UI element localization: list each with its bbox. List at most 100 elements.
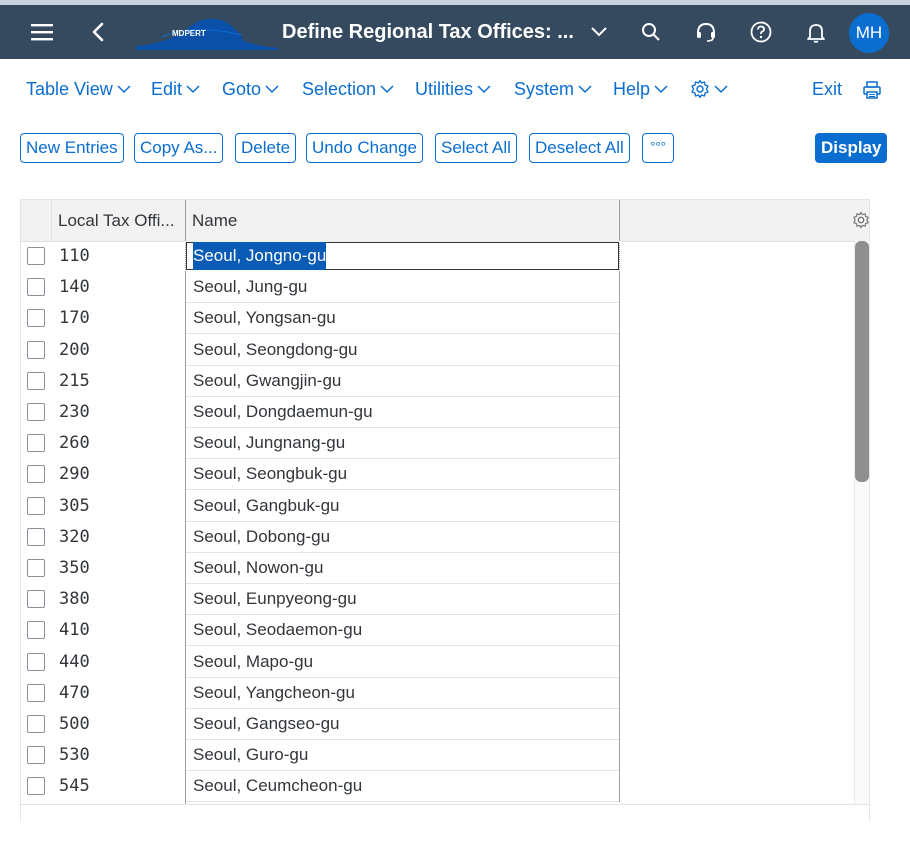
local-tax-office-code: 215	[59, 370, 90, 391]
vertical-scrollbar-thumb[interactable]	[855, 241, 869, 482]
table-row[interactable]: 260 Seoul, Jungnang-gu	[21, 428, 854, 460]
name-input-cell[interactable]: Seoul, Dobong-gu	[186, 522, 619, 553]
table-row[interactable]: 230 Seoul, Dongdaemun-gu	[21, 397, 854, 428]
name-input-cell[interactable]: Seoul, Mapo-gu	[186, 647, 619, 678]
menu-utilities[interactable]: Utilities	[415, 79, 491, 100]
menu-settings[interactable]	[690, 79, 728, 99]
name-input-cell[interactable]: Seoul, Gangbuk-gu	[186, 491, 619, 522]
menu-selection[interactable]: Selection	[302, 79, 394, 100]
back-icon[interactable]	[86, 5, 110, 59]
name-input-cell[interactable]: Seoul, Jungnang-gu	[186, 428, 619, 460]
menu-goto[interactable]: Goto	[222, 79, 279, 100]
row-select-checkbox[interactable]	[27, 434, 45, 453]
undo-change-button[interactable]: Undo Change	[306, 133, 423, 163]
headset-icon[interactable]	[693, 5, 719, 59]
help-icon[interactable]	[749, 5, 773, 59]
table-row[interactable]: 320 Seoul, Dobong-gu	[21, 522, 854, 553]
menu-system[interactable]: System	[514, 79, 592, 100]
table-row[interactable]: 140 Seoul, Jung-gu	[21, 272, 854, 304]
more-overflow-button[interactable]: °°°	[642, 133, 674, 163]
row-select-checkbox[interactable]	[27, 496, 45, 515]
select-all-button[interactable]: Select All	[435, 133, 517, 163]
name-input-cell[interactable]: Seoul, Dongdaemun-gu	[186, 397, 619, 428]
name-input-cell[interactable]: Seoul, Jongno-gu	[185, 241, 620, 271]
row-select-checkbox[interactable]	[27, 403, 45, 421]
local-tax-office-code: 410	[59, 620, 90, 641]
table-row[interactable]: 530 Seoul, Guro-gu	[21, 740, 854, 772]
printer-icon[interactable]	[862, 80, 882, 100]
row-select-checkbox[interactable]	[27, 309, 45, 328]
horizontal-scrollbar[interactable]	[21, 804, 869, 821]
column-header-local-tax-office[interactable]: Local Tax Offi...	[58, 200, 184, 241]
row-select-checkbox[interactable]	[27, 278, 45, 297]
name-value: Seoul, Nowon-gu	[193, 558, 324, 577]
table-row[interactable]: 290 Seoul, Seongbuk-gu	[21, 459, 854, 491]
copy-as-button[interactable]: Copy As...	[134, 133, 224, 163]
row-select-checkbox[interactable]	[27, 621, 45, 640]
name-input-cell[interactable]: Seoul, Eunpyeong-gu	[186, 584, 619, 616]
row-select-checkbox[interactable]	[27, 340, 45, 359]
delete-button[interactable]: Delete	[235, 133, 297, 163]
chevron-down-icon	[380, 85, 394, 94]
row-select-checkbox[interactable]	[27, 371, 45, 390]
name-input-cell[interactable]: Seoul, Yongsan-gu	[186, 303, 619, 335]
local-tax-office-code: 290	[59, 464, 90, 485]
name-value: Seoul, Seongbuk-gu	[193, 464, 348, 484]
menu-table-view[interactable]: Table View	[26, 79, 131, 100]
name-input-cell[interactable]: Seoul, Seodaemon-gu	[186, 615, 619, 647]
local-tax-office-code: 530	[59, 745, 90, 766]
name-input-cell[interactable]: Seoul, Jung-gu	[186, 272, 619, 304]
user-avatar[interactable]: MH	[849, 13, 889, 53]
column-header-name[interactable]: Name	[192, 200, 592, 241]
name-input-cell[interactable]: Seoul, Gangseo-gu	[186, 709, 619, 740]
name-input-cell[interactable]: Seoul, Guro-gu	[186, 740, 619, 772]
row-select-checkbox[interactable]	[27, 559, 45, 577]
name-input-cell[interactable]: Seoul, Seongbuk-gu	[186, 459, 619, 491]
table-row[interactable]: 545 Seoul, Ceumcheon-gu	[21, 771, 854, 803]
exit-button[interactable]: Exit	[812, 79, 842, 100]
row-select-checkbox[interactable]	[27, 590, 45, 609]
name-input-cell[interactable]: Seoul, Ceumcheon-gu	[186, 771, 619, 803]
menu-help[interactable]: Help	[613, 79, 668, 100]
row-select-checkbox[interactable]	[27, 465, 45, 484]
company-logo[interactable]: MDPERT	[132, 13, 280, 53]
name-input-cell[interactable]: Seoul, Seongdong-gu	[186, 335, 619, 366]
table-row[interactable]: 215 Seoul, Gwangjin-gu	[21, 366, 854, 397]
table-row[interactable]: 500 Seoul, Gangseo-gu	[21, 709, 854, 740]
table-row[interactable]: 305 Seoul, Gangbuk-gu	[21, 491, 854, 522]
table-row[interactable]: 170 Seoul, Yongsan-gu	[21, 303, 854, 335]
row-select-checkbox[interactable]	[27, 683, 45, 702]
table-row[interactable]: 200 Seoul, Seongdong-gu	[21, 335, 854, 366]
table-settings-gear-icon[interactable]	[852, 211, 870, 234]
table-header: Local Tax Offi... Name	[21, 200, 869, 242]
name-input-cell[interactable]: Seoul, Nowon-gu	[186, 553, 619, 584]
title-chevron-down-icon[interactable]	[588, 5, 610, 59]
deselect-all-button[interactable]: Deselect All	[529, 133, 630, 163]
search-icon[interactable]	[639, 5, 663, 59]
local-tax-office-code: 350	[59, 558, 90, 578]
row-select-checkbox[interactable]	[27, 715, 45, 733]
row-select-checkbox[interactable]	[27, 777, 45, 796]
table-row[interactable]: 110 Seoul, Jongno-gu	[21, 241, 854, 272]
tax-office-table: Local Tax Offi... Name 110 Seoul, Jongno-…	[20, 199, 870, 821]
table-row[interactable]: 350 Seoul, Nowon-gu	[21, 553, 854, 584]
display-button[interactable]: Display	[815, 133, 888, 163]
name-value: Seoul, Yangcheon-gu	[193, 682, 355, 702]
table-row[interactable]: 470 Seoul, Yangcheon-gu	[21, 678, 854, 709]
new-entries-button[interactable]: New Entries	[20, 133, 124, 163]
row-select-checkbox[interactable]	[27, 746, 45, 765]
hamburger-icon[interactable]	[28, 5, 56, 59]
toolbar: New Entries Copy As... Delete Undo Chang…	[0, 130, 910, 170]
table-row[interactable]: 410 Seoul, Seodaemon-gu	[21, 615, 854, 647]
bell-icon[interactable]	[805, 5, 827, 59]
row-select-checkbox[interactable]	[27, 527, 45, 546]
row-select-checkbox[interactable]	[27, 247, 45, 265]
table-row[interactable]: 440 Seoul, Mapo-gu	[21, 647, 854, 678]
name-input-cell[interactable]: Seoul, Yangcheon-gu	[186, 678, 619, 709]
menu-edit[interactable]: Edit	[151, 79, 200, 100]
row-select-checkbox[interactable]	[27, 652, 45, 671]
name-input-cell[interactable]: Seoul, Gwangjin-gu	[186, 366, 619, 397]
name-value: Seoul, Seodaemon-gu	[193, 620, 363, 640]
table-row[interactable]: 380 Seoul, Eunpyeong-gu	[21, 584, 854, 616]
menu-label: Goto	[222, 79, 262, 99]
